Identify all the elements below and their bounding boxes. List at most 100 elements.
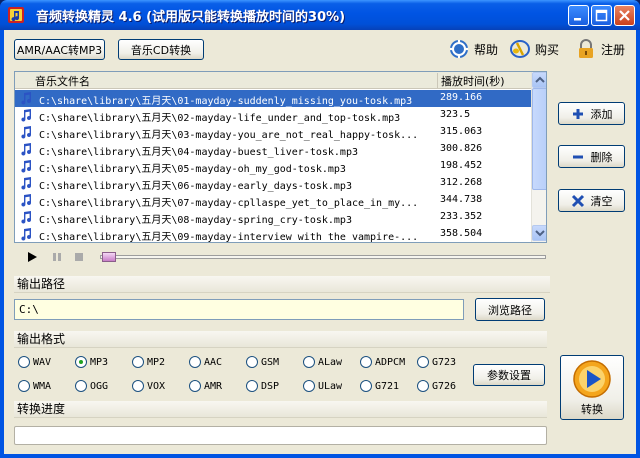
- format-radio-wav[interactable]: WAV: [18, 356, 51, 368]
- column-header-duration[interactable]: 播放时间(秒): [437, 73, 505, 89]
- seek-thumb[interactable]: [102, 252, 116, 262]
- settings-button[interactable]: 参数设置: [473, 364, 545, 386]
- format-radio-dsp[interactable]: DSP: [246, 380, 279, 392]
- format-label: ADPCM: [375, 356, 406, 368]
- file-duration: 233.352: [440, 211, 483, 222]
- format-label: G721: [375, 380, 400, 392]
- radio-indicator: [303, 380, 315, 392]
- help-link[interactable]: 帮助: [449, 39, 498, 59]
- radio-indicator: [189, 380, 201, 392]
- chevron-up-icon: [535, 76, 545, 83]
- register-link[interactable]: 注册: [576, 39, 625, 59]
- app-window: 音频转换精灵 4.6 (试用版只能转换播放时间的30%) AMR/AAC转MP3…: [0, 0, 640, 458]
- radio-indicator: [75, 380, 87, 392]
- register-label: 注册: [601, 42, 626, 57]
- format-radio-gsm[interactable]: GSM: [246, 356, 279, 368]
- chevron-down-icon: [535, 230, 545, 237]
- output-path-input[interactable]: [14, 299, 464, 320]
- music-file-list[interactable]: 音乐文件名 播放时间(秒) C:\share\library\五月天\01-ma…: [14, 71, 547, 243]
- radio-indicator: [75, 356, 87, 368]
- format-radio-ulaw[interactable]: ULaw: [303, 380, 342, 392]
- scroll-down-button[interactable]: [532, 225, 546, 241]
- format-label: G723: [432, 356, 457, 368]
- file-path: C:\share\library\五月天\03-mayday-you_are_n…: [39, 130, 419, 141]
- add-button[interactable]: 添加: [558, 102, 625, 125]
- plus-icon: [572, 108, 583, 119]
- play-icon[interactable]: [26, 251, 38, 263]
- radio-indicator: [132, 356, 144, 368]
- seek-track[interactable]: [100, 255, 546, 259]
- list-item[interactable]: C:\share\library\五月天\09-mayday-interview…: [15, 226, 531, 242]
- music-note-icon: [21, 194, 32, 207]
- format-radio-aac[interactable]: AAC: [189, 356, 222, 368]
- file-duration: 289.166: [440, 92, 483, 103]
- lock-icon: [579, 39, 593, 58]
- format-label: AMR: [204, 380, 223, 392]
- stop-icon[interactable]: [73, 251, 85, 263]
- file-duration: 323.5: [440, 109, 471, 120]
- list-item[interactable]: C:\share\library\五月天\03-mayday-you_are_n…: [15, 124, 531, 141]
- format-radio-g723[interactable]: G723: [417, 356, 456, 368]
- list-item[interactable]: C:\share\library\五月天\04-mayday-buest_liv…: [15, 141, 531, 158]
- clear-button[interactable]: 清空: [558, 189, 625, 212]
- close-icon: [619, 10, 630, 21]
- list-scrollbar[interactable]: [531, 72, 546, 242]
- file-path: C:\share\library\五月天\01-mayday-suddenly_…: [39, 96, 413, 107]
- minus-icon: [572, 155, 583, 158]
- format-label: G726: [432, 380, 457, 392]
- output-path-heading: 输出路径: [14, 276, 550, 293]
- column-header-filename[interactable]: 音乐文件名: [35, 73, 90, 89]
- list-item[interactable]: C:\share\library\五月天\08-mayday-spring_cr…: [15, 209, 531, 226]
- format-label: ULaw: [318, 380, 343, 392]
- convert-button[interactable]: 转换: [560, 355, 624, 420]
- file-duration: 300.826: [440, 143, 483, 154]
- scroll-thumb[interactable]: [532, 88, 546, 190]
- format-label: GSM: [261, 356, 280, 368]
- format-radio-g721[interactable]: G721: [360, 380, 399, 392]
- convert-play-icon: [573, 359, 611, 398]
- format-radio-adpcm[interactable]: ADPCM: [360, 356, 405, 368]
- conversion-progress-bar: [14, 426, 547, 445]
- format-radio-vox[interactable]: VOX: [132, 380, 165, 392]
- buy-icon: [510, 40, 530, 58]
- close-button[interactable]: [614, 5, 635, 26]
- format-label: ALaw: [318, 356, 343, 368]
- format-radio-amr[interactable]: AMR: [189, 380, 222, 392]
- list-item[interactable]: C:\share\library\五月天\01-mayday-suddenly_…: [15, 90, 531, 107]
- file-path: C:\share\library\五月天\06-mayday-early_day…: [39, 181, 352, 192]
- format-radio-mp3[interactable]: MP3: [75, 356, 108, 368]
- list-item[interactable]: C:\share\library\五月天\05-mayday-oh_my_god…: [15, 158, 531, 175]
- cd-convert-label: 音乐CD转换: [130, 43, 192, 57]
- format-radio-alaw[interactable]: ALaw: [303, 356, 342, 368]
- settings-label: 参数设置: [487, 369, 531, 382]
- app-icon: [8, 7, 24, 23]
- format-label: MP3: [90, 356, 109, 368]
- radio-indicator: [360, 380, 372, 392]
- buy-label: 购买: [535, 42, 560, 57]
- maximize-button[interactable]: [591, 5, 612, 26]
- format-radio-g726[interactable]: G726: [417, 380, 456, 392]
- delete-button[interactable]: 删除: [558, 145, 625, 168]
- buy-link[interactable]: 购买: [510, 39, 559, 59]
- browse-button[interactable]: 浏览路径: [475, 298, 545, 321]
- minimize-icon: [574, 18, 581, 21]
- format-radio-mp2[interactable]: MP2: [132, 356, 165, 368]
- scroll-up-button[interactable]: [532, 72, 546, 88]
- minimize-button[interactable]: [568, 5, 589, 26]
- help-label: 帮助: [474, 42, 499, 57]
- format-radio-ogg[interactable]: OGG: [75, 380, 108, 392]
- title-bar[interactable]: 音频转换精灵 4.6 (试用版只能转换播放时间的30%): [0, 0, 640, 30]
- player-controls: [14, 250, 547, 266]
- format-radio-wma[interactable]: WMA: [18, 380, 51, 392]
- cd-convert-button[interactable]: 音乐CD转换: [118, 39, 204, 60]
- music-note-icon: [21, 160, 32, 173]
- list-item[interactable]: C:\share\library\五月天\02-mayday-life_unde…: [15, 107, 531, 124]
- list-item[interactable]: C:\share\library\五月天\07-mayday-cpllaspe_…: [15, 192, 531, 209]
- music-note-icon: [21, 126, 32, 139]
- amr-to-mp3-button[interactable]: AMR/AAC转MP3: [14, 39, 105, 60]
- pause-icon[interactable]: [51, 251, 63, 263]
- radio-indicator: [417, 356, 429, 368]
- format-label: MP2: [147, 356, 166, 368]
- radio-indicator: [303, 356, 315, 368]
- list-item[interactable]: C:\share\library\五月天\06-mayday-early_day…: [15, 175, 531, 192]
